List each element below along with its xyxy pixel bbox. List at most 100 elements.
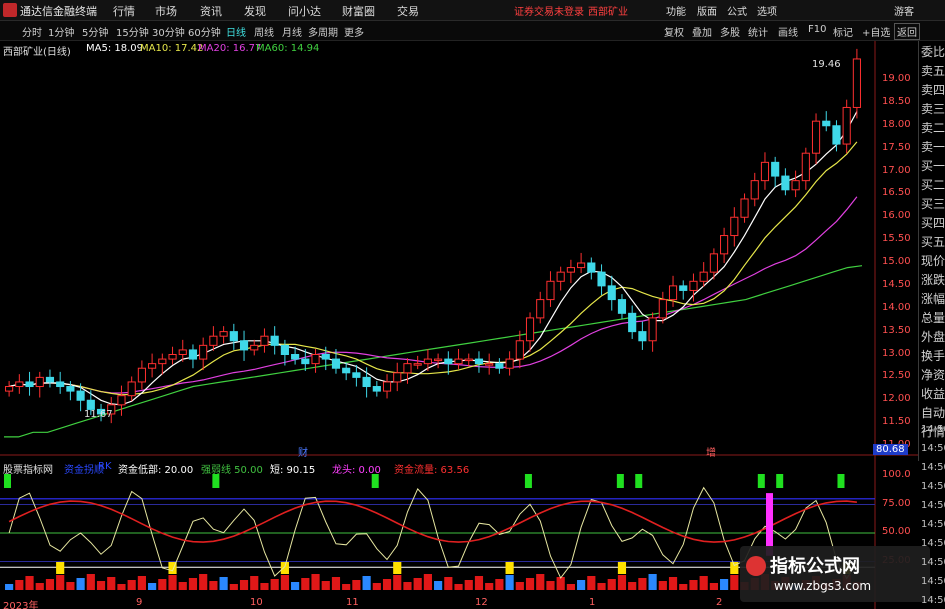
btn-back[interactable]: 返回 [894,23,920,40]
fund-flow-bar [689,580,698,590]
quote-panel-item[interactable]: 卖四 [921,83,945,97]
menu-discover[interactable]: 发现 [244,3,266,19]
time-axis-label: 9 [136,597,143,608]
quote-panel-item[interactable]: 现价 [921,254,945,268]
candle-body [811,120,821,154]
fund-flow-bar [709,583,718,590]
price-tick-label: 19.00 [882,73,911,84]
quote-panel-item[interactable]: 收益 [921,387,945,401]
quote-panel-item[interactable]: 买一 [921,159,945,173]
fund-flow-bar [628,582,637,590]
tool-options[interactable]: 选项 [757,3,777,18]
time-label: 14:50 [921,443,945,454]
tool-formula[interactable]: 公式 [727,3,747,18]
indicator-legend-item: RK [98,461,112,472]
quote-panel-item[interactable]: 买三 [921,197,945,211]
candle-body [403,363,412,374]
quote-panel-item[interactable]: 卖三 [921,102,945,116]
candlesticks [5,48,861,424]
btn-f10[interactable]: F10 [808,24,826,35]
watermark-title: 指标公式网 [770,556,860,577]
fund-flow-bar [444,577,453,590]
fund-flow-bar [474,576,484,590]
quote-panel-item[interactable]: 买四 [921,216,945,230]
time-axis-label: 1 [589,597,596,608]
period-5min[interactable]: 5分钟 [82,24,108,39]
quote-panel-item[interactable]: 卖二 [921,121,945,135]
quote-panel-item[interactable]: 换手 [921,349,945,363]
indicator-legend-item: 资金低部: 20.00 [118,465,194,476]
indicator-current-value: 80.68 [873,444,908,455]
candle-body [168,354,177,360]
time-label: 14:50 [921,481,945,492]
quote-panel-item[interactable]: 外盘 [921,330,945,344]
quote-panel-item[interactable]: 总量 [921,311,945,325]
candle-body [597,271,606,287]
candle-body [56,381,65,388]
kline-chart[interactable] [0,41,918,609]
buy-signal-marker [837,474,845,488]
btn-stats[interactable]: 统计 [748,24,768,39]
period-intraday[interactable]: 分时 [22,24,42,39]
period-60min[interactable]: 60分钟 [188,24,221,39]
candle-body [515,340,524,360]
fund-flow-bar [331,577,341,590]
candle-body [709,253,718,273]
indicator-name[interactable]: 股票指标网 [3,461,53,476]
quote-panel-item[interactable]: 买二 [921,178,945,192]
menu-market[interactable]: 市场 [155,3,177,19]
candle-body [280,344,289,356]
tool-function[interactable]: 功能 [666,3,686,18]
quote-panel-item[interactable]: 自动 [921,406,945,420]
menu-quotes[interactable]: 行情 [113,3,135,19]
quote-panel-item[interactable]: 净资 [921,368,945,382]
quote-panel-item[interactable]: 买五 [921,235,945,249]
btn-mark[interactable]: 标记 [833,24,853,39]
event-marker-increase[interactable]: 增 [706,444,716,459]
btn-adjust[interactable]: 复权 [664,24,684,39]
menu-news[interactable]: 资讯 [200,3,222,19]
candle-body [658,299,667,319]
fund-flow-bar [515,582,524,590]
btn-overlay[interactable]: 叠加 [692,24,712,39]
candle-body [291,354,300,360]
period-daily[interactable]: 日线 [226,24,246,39]
quote-panel-item[interactable]: 涨跌 [921,273,945,287]
candle-body [239,340,249,351]
candle-body [15,381,24,388]
login-notice[interactable]: 证券交易未登录 [514,3,584,18]
candle-body [117,395,126,406]
menu-trade[interactable]: 交易 [397,3,419,19]
quote-panel-item[interactable]: 卖五 [921,64,945,78]
guest-label[interactable]: 游客 [894,3,914,18]
btn-multistock[interactable]: 多股 [720,24,740,39]
menu-ask[interactable]: 问小达 [288,3,321,19]
candle-body [720,235,729,255]
btn-add-watchlist[interactable]: +自选 [862,24,890,39]
fund-flow-bar [536,574,545,590]
candle-body [607,285,616,301]
candle-body [137,367,146,383]
period-1min[interactable]: 1分钟 [48,24,74,39]
period-30min[interactable]: 30分钟 [152,24,185,39]
quote-panel-item[interactable]: 涨幅 [921,292,945,306]
btn-draw[interactable]: 画线 [778,24,798,39]
fund-flow-bar [393,575,402,590]
period-multi[interactable]: 多周期 [308,24,338,39]
quote-panel-item[interactable]: 委比 [921,45,945,59]
quote-panel-item[interactable]: 卖一 [921,140,945,154]
period-more[interactable]: 更多 [344,24,364,39]
tool-layout[interactable]: 版面 [697,3,717,18]
event-marker-finance[interactable]: 财 [298,444,308,459]
fund-flow-bar [382,579,392,590]
price-tick-label: 13.00 [882,347,911,359]
fund-flow-bar [668,577,678,590]
period-monthly[interactable]: 月线 [282,24,302,39]
menu-wealth[interactable]: 财富圈 [342,3,375,19]
fund-flow-bar [658,581,667,590]
price-tick-label: 15.50 [882,233,911,245]
period-weekly[interactable]: 周线 [254,24,274,39]
candle-body [260,335,269,346]
period-15min[interactable]: 15分钟 [116,24,149,39]
candle-body [638,331,647,342]
